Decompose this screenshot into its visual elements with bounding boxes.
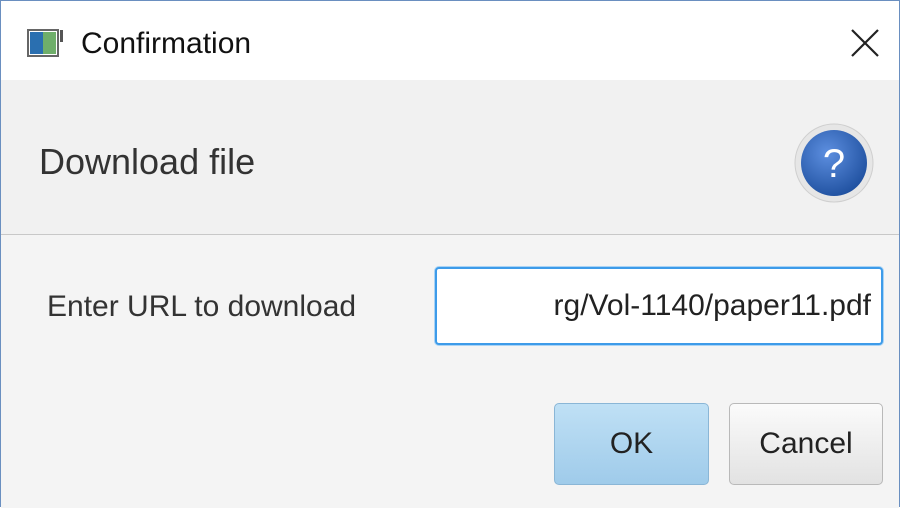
url-label: Enter URL to download — [47, 290, 357, 323]
ok-button[interactable]: OK — [554, 403, 709, 485]
title-bar: Confirmation — [1, 1, 899, 80]
url-input[interactable] — [435, 267, 883, 345]
svg-text:?: ? — [823, 142, 845, 186]
window-title: Confirmation — [81, 27, 252, 60]
close-icon — [851, 29, 879, 57]
confirmation-dialog: Confirmation Download file ? Enter URL t… — [0, 0, 900, 508]
dialog-content: Enter URL to download OK Cancel — [1, 235, 899, 508]
cancel-button[interactable]: Cancel — [729, 403, 883, 485]
help-icon: ? — [794, 123, 874, 203]
close-button[interactable] — [845, 23, 885, 63]
app-icon — [27, 29, 63, 57]
header-text: Download file — [39, 141, 256, 182]
dialog-header: Download file ? — [1, 80, 899, 235]
